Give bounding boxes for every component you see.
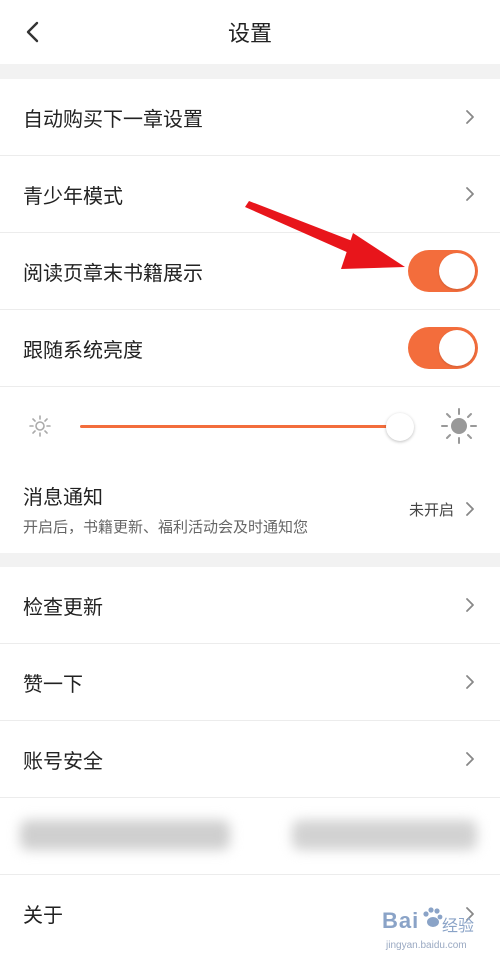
brightness-low-icon	[29, 415, 51, 437]
notification-status: 未开启	[408, 500, 454, 519]
teen-mode-row[interactable]: 青少年模式	[0, 156, 500, 233]
chevron-right-icon	[466, 110, 474, 124]
row-label: 关于	[23, 903, 63, 927]
watermark-brand: Bai	[382, 908, 420, 933]
row-label: 青少年模式	[23, 183, 123, 208]
back-arrow-icon[interactable]	[22, 20, 44, 44]
brightness-slider-row	[0, 387, 500, 465]
settings-group-notify: 消息通知 开启后，书籍更新、福利活动会及时通知您 未开启	[0, 465, 500, 553]
brightness-slider-thumb[interactable]	[386, 413, 415, 441]
row-label: 账号安全	[23, 748, 103, 773]
follow-system-brightness-toggle[interactable]	[408, 327, 478, 369]
settings-group-misc: 检查更新 赞一下 账号安全 关于	[0, 567, 500, 964]
follow-system-brightness-row: 跟随系统亮度	[0, 310, 500, 387]
chevron-right-icon	[466, 598, 474, 612]
chevron-right-icon	[466, 675, 474, 689]
notification-text: 消息通知 开启后，书籍更新、福利活动会及时通知您	[23, 481, 308, 537]
notification-status-area: 未开启	[409, 499, 476, 520]
blurred-content-left	[20, 820, 230, 850]
notification-subtitle: 开启后，书籍更新、福利活动会及时通知您	[23, 518, 309, 536]
baidu-jingyan-watermark: Bai 经验 jingyan.baidu.com	[382, 906, 494, 960]
chevron-right-icon	[466, 502, 474, 516]
message-notification-row[interactable]: 消息通知 开启后，书籍更新、福利活动会及时通知您 未开启	[0, 465, 500, 553]
toggle-knob	[439, 330, 475, 366]
paw-icon	[423, 907, 443, 927]
auto-buy-next-chapter-row[interactable]: 自动购买下一章设置	[0, 79, 500, 156]
settings-group-reading: 自动购买下一章设置 青少年模式 阅读页章末书籍展示 跟随系统亮度	[0, 79, 500, 465]
chevron-right-icon	[466, 187, 474, 201]
like-app-row[interactable]: 赞一下	[0, 644, 500, 721]
blurred-row	[0, 798, 500, 875]
brightness-high-icon	[441, 408, 477, 444]
row-label: 检查更新	[23, 594, 103, 619]
chapter-end-book-display-row: 阅读页章末书籍展示	[0, 233, 500, 310]
row-label: 自动购买下一章设置	[23, 106, 203, 131]
toggle-knob	[439, 253, 475, 289]
chapter-end-book-display-toggle[interactable]	[408, 250, 478, 292]
chevron-right-icon	[466, 752, 474, 766]
page-title: 设置	[227, 22, 272, 47]
check-update-row[interactable]: 检查更新	[0, 567, 500, 644]
brightness-slider-track[interactable]	[80, 425, 410, 428]
row-label: 跟随系统亮度	[23, 337, 143, 362]
row-label: 赞一下	[23, 671, 83, 696]
top-bar: 设置	[0, 0, 500, 64]
account-security-row[interactable]: 账号安全	[0, 721, 500, 798]
watermark-cn: 经验	[442, 918, 475, 935]
notification-title: 消息通知	[23, 485, 103, 509]
row-label: 阅读页章末书籍展示	[23, 260, 203, 285]
watermark-url: jingyan.baidu.com	[386, 940, 467, 951]
blurred-content-right	[292, 820, 477, 850]
